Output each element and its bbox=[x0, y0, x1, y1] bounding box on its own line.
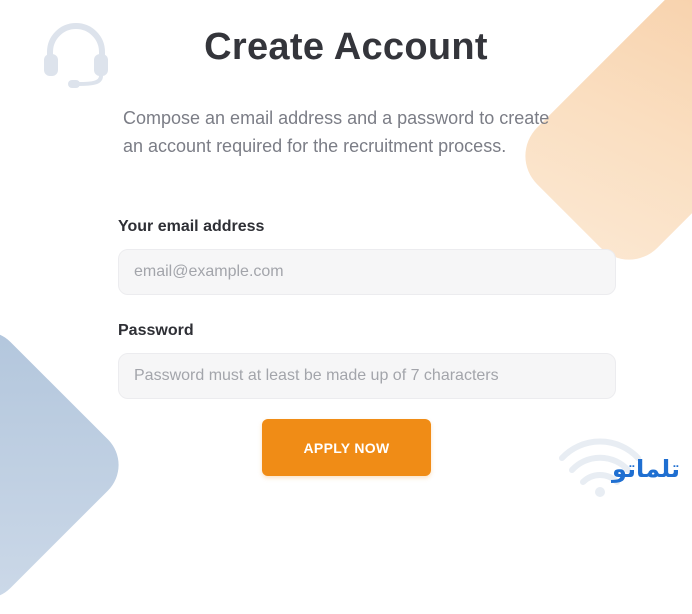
brand-logo: تلماتو bbox=[612, 455, 680, 483]
email-label: Your email address bbox=[118, 218, 265, 235]
page-description: Compose an email address and a password … bbox=[123, 108, 550, 156]
password-label: Password bbox=[118, 322, 194, 339]
email-field[interactable] bbox=[118, 249, 616, 295]
blue-decorative-shape bbox=[0, 316, 134, 614]
page-title: Create Account bbox=[204, 26, 488, 68]
password-field[interactable] bbox=[118, 353, 616, 399]
apply-now-button[interactable]: APPLY NOW bbox=[262, 419, 431, 476]
